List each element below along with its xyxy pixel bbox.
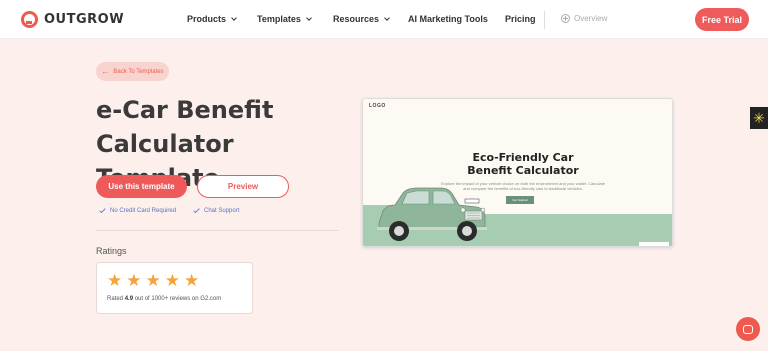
outgrow-logo[interactable]: OUTGROW <box>21 11 124 28</box>
nav-products-label: Products <box>187 14 227 24</box>
car-illustration <box>377 187 487 241</box>
nav-resources-label: Resources <box>333 14 380 24</box>
sun-icon[interactable]: ✳ <box>750 107 768 129</box>
rating-suffix: out of 1000+ reviews on G2.com <box>133 296 222 302</box>
star-icon: ★ <box>107 271 123 290</box>
rating-prefix: Rated <box>107 296 125 302</box>
preview-start-button: Get Started <box>506 196 534 204</box>
preview-footer-badge <box>639 242 669 246</box>
chevron-down-icon <box>384 15 390 21</box>
chat-icon <box>743 324 753 334</box>
logo-text: OUTGROW <box>44 12 125 27</box>
preview-title: Eco-Friendly Car Benefit Calculator <box>467 151 579 177</box>
chat-button[interactable] <box>736 317 760 341</box>
perk-label: No Credit Card Required <box>110 208 177 214</box>
star-icon: ★ <box>126 271 142 290</box>
arrow-left-icon: ← <box>101 67 110 76</box>
overview-label: Overview <box>574 14 608 23</box>
nav-ai-marketing-tools-label: AI Marketing Tools <box>408 14 488 24</box>
perk-no-credit-card: No Credit Card Required <box>99 206 177 214</box>
use-template-button[interactable]: Use this template <box>96 175 187 198</box>
ratings-card: ★ ★ ★ ★ ★ Rated 4.9 out of 1000+ reviews… <box>96 262 253 314</box>
chevron-down-icon <box>231 15 237 21</box>
back-to-templates-label: Back To Templates <box>113 68 164 75</box>
rating-score: 4.9 <box>124 296 134 302</box>
nav-templates-label: Templates <box>257 14 301 24</box>
nav-ai-marketing-tools[interactable]: AI Marketing Tools <box>408 14 488 24</box>
template-preview-image[interactable]: LOGO Eco-Friendly Car Benefit Calculator… <box>362 98 673 247</box>
back-to-templates-button[interactable]: ← Back To Templates <box>96 62 169 81</box>
nav-templates[interactable]: Templates <box>257 14 312 24</box>
star-icon: ★ <box>145 271 161 290</box>
check-icon <box>99 206 106 214</box>
preview-button[interactable]: Preview <box>197 175 289 198</box>
star-icon: ★ <box>184 271 200 290</box>
rating-text: Rated 4.9 out of 1000+ reviews on G2.com <box>107 296 221 302</box>
nav-resources[interactable]: Resources <box>333 14 390 24</box>
nav-divider <box>544 11 545 29</box>
nav-pricing[interactable]: Pricing <box>505 14 536 24</box>
check-icon <box>193 206 200 214</box>
plus-circle-icon <box>561 14 570 23</box>
chevron-down-icon <box>306 15 312 21</box>
star-rating: ★ ★ ★ ★ ★ <box>107 272 199 289</box>
outgrow-logo-icon <box>21 11 38 28</box>
top-navigation-bar: OUTGROW Products Templates Resources AI … <box>0 0 768 39</box>
perk-chat-support: Chat Support <box>193 206 240 214</box>
perk-label: Chat Support <box>204 208 240 214</box>
preview-logo: LOGO <box>369 103 386 109</box>
nav-pricing-label: Pricing <box>505 14 536 24</box>
section-divider <box>96 230 339 231</box>
free-trial-button[interactable]: Free Trial <box>695 8 749 31</box>
overview-link[interactable]: Overview <box>561 14 607 23</box>
star-icon: ★ <box>164 271 180 290</box>
ratings-heading: Ratings <box>96 246 127 256</box>
nav-products[interactable]: Products <box>187 14 237 24</box>
